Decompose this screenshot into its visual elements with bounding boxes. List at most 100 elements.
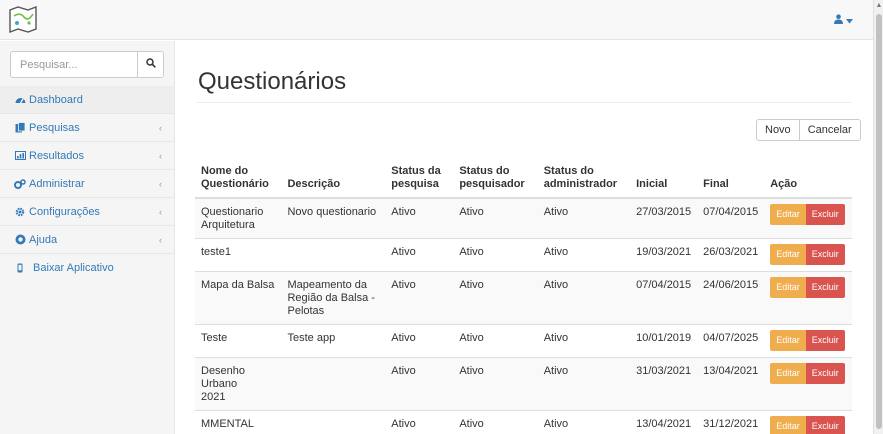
delete-button[interactable]: Excluir bbox=[805, 244, 845, 265]
col-header-start[interactable]: Inicial bbox=[630, 163, 698, 199]
cell-description bbox=[281, 238, 386, 272]
delete-button[interactable]: Excluir bbox=[805, 330, 845, 351]
map-logo-icon[interactable] bbox=[8, 5, 38, 34]
sidebar-item-administrar[interactable]: Administrar ‹ bbox=[0, 170, 174, 198]
cell-description bbox=[281, 410, 386, 434]
col-header-end[interactable]: Final bbox=[697, 163, 765, 199]
cell-description: Novo questionario bbox=[281, 197, 386, 239]
col-header-admin-status[interactable]: Status do administrador bbox=[537, 163, 631, 199]
delete-button[interactable]: Excluir bbox=[805, 204, 845, 225]
cell-end-date: 26/03/2021 bbox=[697, 238, 765, 272]
caret-down-icon bbox=[846, 15, 853, 27]
cell-end-date: 13/04/2021 bbox=[697, 357, 765, 411]
cell-actions: Editar Excluir bbox=[764, 324, 852, 358]
page-scrollbar[interactable]: ▲ bbox=[873, 0, 883, 434]
table-row: Teste Teste app Ativo Ativo Ativo 10/01/2019 0… bbox=[195, 324, 852, 358]
question-icon bbox=[14, 234, 26, 246]
search-button[interactable] bbox=[137, 52, 163, 77]
scroll-up-arrow-icon[interactable]: ▲ bbox=[875, 2, 883, 10]
cell-name: Teste bbox=[195, 324, 282, 358]
cell-end-date: 24/06/2015 bbox=[697, 271, 765, 325]
sidebar-item-label: Dashboard bbox=[29, 93, 83, 106]
cell-survey-status: Ativo bbox=[385, 324, 454, 358]
title-divider bbox=[196, 102, 852, 103]
sidebar-item-ajuda[interactable]: Ajuda ‹ bbox=[0, 226, 174, 254]
edit-button[interactable]: Editar bbox=[770, 416, 806, 434]
edit-button[interactable]: Editar bbox=[770, 363, 806, 384]
sidebar: Dashboard Pesquisas ‹ Resultados ‹ Admin… bbox=[0, 41, 175, 434]
gear-icon bbox=[14, 206, 26, 218]
cell-start-date: 10/01/2019 bbox=[630, 324, 698, 358]
cell-actions: Editar Excluir bbox=[764, 410, 852, 434]
cell-description bbox=[281, 357, 386, 411]
col-header-survey-status[interactable]: Status da pesquisa bbox=[385, 163, 454, 199]
cell-actions: Editar Excluir bbox=[764, 357, 852, 411]
sidebar-item-label: Baixar Aplicativo bbox=[33, 262, 114, 274]
col-header-description[interactable]: Descrição bbox=[281, 163, 386, 199]
cell-researcher-status: Ativo bbox=[453, 324, 538, 358]
row-action-buttons: Editar Excluir bbox=[770, 204, 846, 225]
row-action-buttons: Editar Excluir bbox=[770, 363, 846, 384]
sidebar-menu: Dashboard Pesquisas ‹ Resultados ‹ Admin… bbox=[0, 86, 174, 282]
cell-start-date: 27/03/2015 bbox=[630, 197, 698, 239]
cancel-button[interactable]: Cancelar bbox=[799, 119, 861, 141]
cell-admin-status: Ativo bbox=[537, 324, 631, 358]
table-row: teste1 Ativo Ativo Ativo 19/03/2021 26/03/202… bbox=[195, 238, 852, 272]
cell-admin-status: Ativo bbox=[537, 197, 631, 239]
delete-button[interactable]: Excluir bbox=[805, 416, 845, 434]
sidebar-item-label: Configurações bbox=[29, 205, 100, 218]
scroll-thumb[interactable] bbox=[876, 14, 882, 429]
cell-admin-status: Ativo bbox=[537, 357, 631, 411]
questionnaires-table: Nome do Questionário Descrição Status da p… bbox=[195, 163, 852, 434]
table-row: Questionario Arquitetura Novo questionario… bbox=[195, 197, 852, 239]
user-menu[interactable] bbox=[834, 14, 853, 27]
cell-start-date: 07/04/2015 bbox=[630, 271, 698, 325]
chevron-left-icon: ‹ bbox=[159, 179, 162, 189]
chevron-left-icon: ‹ bbox=[159, 207, 162, 217]
files-icon bbox=[14, 122, 26, 134]
cell-admin-status: Ativo bbox=[537, 238, 631, 272]
table-row: Desenho Urbano 2021 Ativo Ativo Ativo 31/03/2… bbox=[195, 357, 852, 411]
sidebar-item-label: Pesquisas bbox=[29, 121, 80, 134]
row-action-buttons: Editar Excluir bbox=[770, 277, 846, 298]
cell-name: Questionario Arquitetura bbox=[195, 197, 282, 239]
sidebar-search bbox=[10, 51, 164, 78]
col-header-researcher-status[interactable]: Status do pesquisador bbox=[453, 163, 538, 199]
col-header-action: Ação bbox=[764, 163, 852, 199]
row-action-buttons: Editar Excluir bbox=[770, 416, 846, 434]
edit-button[interactable]: Editar bbox=[770, 204, 806, 225]
user-icon bbox=[834, 14, 843, 27]
edit-button[interactable]: Editar bbox=[770, 330, 806, 351]
cell-end-date: 07/04/2015 bbox=[697, 197, 765, 239]
table-header-row: Nome do Questionário Descrição Status da p… bbox=[195, 163, 852, 199]
edit-button[interactable]: Editar bbox=[770, 244, 806, 265]
cell-survey-status: Ativo bbox=[385, 271, 454, 325]
row-action-buttons: Editar Excluir bbox=[770, 244, 846, 265]
search-input[interactable] bbox=[11, 52, 137, 77]
top-navbar bbox=[0, 0, 873, 40]
delete-button[interactable]: Excluir bbox=[805, 363, 845, 384]
cell-researcher-status: Ativo bbox=[453, 410, 538, 434]
cell-survey-status: Ativo bbox=[385, 238, 454, 272]
cell-name: MMENTAL bbox=[195, 410, 282, 434]
cell-admin-status: Ativo bbox=[537, 410, 631, 434]
sidebar-item-dashboard[interactable]: Dashboard bbox=[0, 86, 174, 114]
edit-button[interactable]: Editar bbox=[770, 277, 806, 298]
cell-end-date: 31/12/2021 bbox=[697, 410, 765, 434]
col-header-name[interactable]: Nome do Questionário bbox=[195, 163, 282, 199]
sidebar-item-baixar-aplicativo[interactable]: Baixar Aplicativo bbox=[0, 254, 174, 282]
sidebar-item-label: Ajuda bbox=[29, 233, 58, 246]
sidebar-item-resultados[interactable]: Resultados ‹ bbox=[0, 142, 174, 170]
row-action-buttons: Editar Excluir bbox=[770, 330, 846, 351]
sidebar-item-pesquisas[interactable]: Pesquisas ‹ bbox=[0, 114, 174, 142]
delete-button[interactable]: Excluir bbox=[805, 277, 845, 298]
mobile-icon bbox=[14, 262, 26, 274]
cell-name: Desenho Urbano 2021 bbox=[195, 357, 282, 411]
new-button[interactable]: Novo bbox=[756, 119, 800, 141]
cell-researcher-status: Ativo bbox=[453, 357, 538, 411]
chart-icon bbox=[14, 150, 26, 162]
form-actions: Novo Cancelar bbox=[756, 119, 861, 141]
sidebar-item-configuracoes[interactable]: Configurações ‹ bbox=[0, 198, 174, 226]
page-title: Questionários bbox=[198, 68, 347, 95]
dashboard-icon bbox=[14, 94, 26, 106]
